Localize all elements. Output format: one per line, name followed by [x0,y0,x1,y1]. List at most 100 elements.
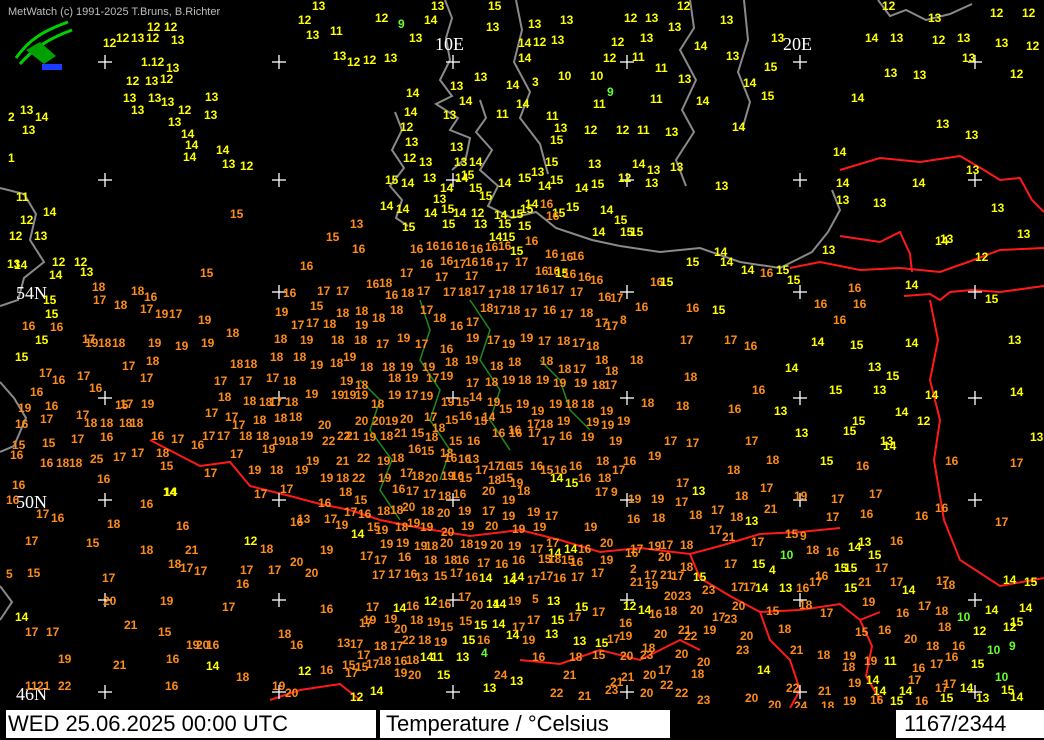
station-temperature: 16 [51,511,65,525]
station-temperature: 19 [549,397,563,411]
station-temperature: 12 [298,13,312,27]
station-temperature: 20 [470,598,484,612]
station-temperature: 18 [140,543,154,557]
station-temperature: 18 [388,371,402,385]
station-temperature: 18 [131,284,145,298]
station-temperature: 17 [591,566,605,580]
station-temperature: 19 [148,336,162,350]
station-temperature: 13 [415,570,429,584]
station-temperature: 15 [385,173,399,187]
station-temperature: 14 [550,471,564,485]
station-temperature: 12 [347,55,361,69]
station-temperature: 16 [40,456,54,470]
station-temperature: 15 [200,266,214,280]
station-temperature: 15 [326,230,340,244]
station-temperature: 13 [510,674,524,688]
station-temperature: 17 [831,492,845,506]
station-temperature: 16 [151,429,165,443]
station-temperature: 16 [166,652,180,666]
station-temperature: 16 [320,663,334,677]
station-temperature: 19 [441,395,455,409]
station-temperature: 14 [1010,690,1024,704]
station-temperature: 16 [495,557,509,571]
station-temperature: 22 [684,629,698,643]
station-temperature: 18 [691,667,705,681]
station-temperature: 20 [372,414,386,428]
station-temperature: 17 [113,450,127,464]
station-temperature: 12 [533,35,547,49]
station-temperature: 12 [975,250,989,264]
station-temperature: 15 [591,177,605,191]
station-temperature: 19 [502,337,516,351]
station-temperature: 15 [411,426,425,440]
station-temperature: 13 [168,115,182,129]
station-temperature: 18 [293,350,307,364]
station-temperature: 15 [752,557,766,571]
station-temperature: 16 [826,545,840,559]
station-temperature: 16 [100,430,114,444]
station-temperature: 14 [516,97,530,111]
station-temperature: 19 [427,615,441,629]
station-temperature: 14 [459,94,473,108]
station-temperature: 16 [283,286,297,300]
station-temperature: 15 [459,614,473,628]
station-temperature: 14 [469,390,483,404]
station-temperature: 19 [522,633,536,647]
station-temperature: 18 [569,650,583,664]
station-temperature: 12 [917,414,931,428]
station-temperature: 14 [836,176,850,190]
station-temperature: 20 [355,414,369,428]
station-temperature: 13 [647,163,661,177]
station-temperature: 17 [745,434,759,448]
station-temperature: 17 [240,563,254,577]
station-temperature: 15 [42,436,56,450]
station-temperature: 18 [218,390,232,404]
station-temperature: 15 [27,566,41,580]
station-temperature: 15 [488,0,502,13]
station-temperature: 17 [930,657,944,671]
station-temperature: 17 [71,432,85,446]
station-temperature: 19 [420,520,434,534]
station-temperature: 14 [404,105,418,119]
station-temperature: 17 [571,570,585,584]
station-temperature: 16 [625,546,639,560]
station-temperature: 19 [461,519,475,533]
station-temperature: 19 [380,537,394,551]
station-temperature: 17 [266,371,280,385]
station-temperature: 15 [35,333,49,347]
station-temperature: 17 [39,366,53,380]
station-temperature: 17 [709,523,723,537]
station-temperature: 18 [360,360,374,374]
station-temperature: 19 [862,595,876,609]
station-temperature: 20 [675,647,689,661]
station-temperature: 18 [289,410,303,424]
station-temperature: 17 [360,549,374,563]
station-temperature: 20 [904,632,918,646]
station-temperature: 20 [745,691,759,705]
station-temperature: 18 [766,453,780,467]
station-temperature: 14 [985,603,999,617]
station-temperature: 13 [884,66,898,80]
station-temperature: 16 [853,297,867,311]
station-temperature: 18 [817,648,831,662]
station-temperature: 11 [16,190,29,204]
station-temperature: 19 [198,313,212,327]
station-temperature: 18 [92,280,106,294]
station-temperature: 19 [335,518,349,532]
station-temperature: 16 [438,597,452,611]
station-temperature: 13 [665,125,679,139]
station-temperature: 18 [842,660,856,674]
station-temperature: 18 [942,578,956,592]
station-temperature: 14 [912,176,926,190]
station-temperature: 22 [357,451,371,465]
station-temperature: 14 [498,176,512,190]
station-temperature: 16 [512,553,526,567]
station-temperature: 19 [275,305,289,319]
station-temperature: 13 [80,265,94,279]
station-temperature: 18 [270,463,284,477]
station-temperature: 16 [752,383,766,397]
station-temperature: 17 [820,606,834,620]
station-temperature: 17 [724,333,738,347]
station-temperature: 15 [437,668,451,682]
station-temperature: 17 [214,374,228,388]
